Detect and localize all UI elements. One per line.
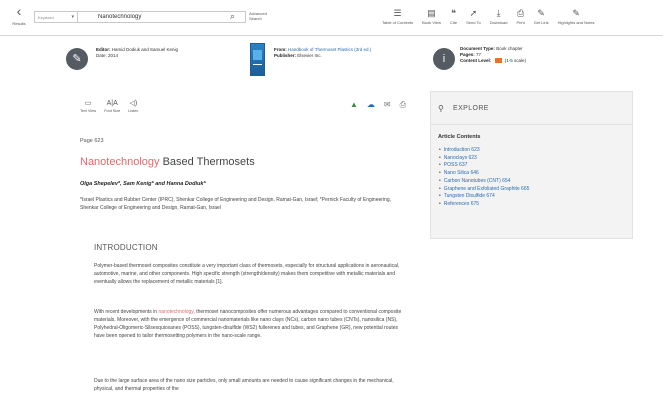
article-contents-heading: Article Contents xyxy=(438,134,481,140)
editor-value: Hamid Dodiuk and Samuel Kenig xyxy=(111,47,179,52)
text-view-button[interactable]: ▭ Text View xyxy=(80,99,96,113)
contents-item-link[interactable]: Graphene and Exfoliated Graphite 665 xyxy=(439,186,530,194)
send-to-button[interactable]: ➚ Send To xyxy=(466,8,481,32)
editor-info: Editor: Hamid Dodiuk and Samuel Kenig Da… xyxy=(96,47,216,59)
chevron-left-icon: ‹ xyxy=(16,3,22,19)
article-contents-list: Introduction 623Nanoclays 623POSS 637Nan… xyxy=(439,147,530,209)
explore-header[interactable]: ⚲ EXPLORE xyxy=(431,92,632,125)
pages-label: Pages: xyxy=(460,52,475,57)
print-icon: ⎙ xyxy=(517,8,525,18)
back-label: Results xyxy=(12,21,26,26)
title-rest: Based Thermosets xyxy=(159,156,255,168)
contents-item-link[interactable]: Nanoclays 623 xyxy=(439,155,529,163)
text-view-icon: ▭ xyxy=(84,100,92,107)
title-highlight: Nanotechnology xyxy=(80,156,160,168)
share-tools: ▲ ☁ ✉ ⎙ xyxy=(341,101,406,109)
tool-label: Listen xyxy=(128,109,139,113)
tool-label: Print xyxy=(516,20,525,25)
highlights-notes-icon: ✎ xyxy=(572,8,580,18)
content-level-label: Content Level: xyxy=(460,58,492,63)
contents-item-link[interactable]: Carbon Nanotubes (CNT) 654 xyxy=(439,178,529,186)
from-label: From: xyxy=(274,47,287,52)
email-icon[interactable]: ✉ xyxy=(384,101,391,109)
contents-item-link[interactable]: References 675 xyxy=(439,201,529,209)
advanced-search-link[interactable]: Advanced Search xyxy=(249,11,275,21)
reading-tools: ▭ Text View A|A Font Size ◁) Listen xyxy=(80,99,146,113)
document-tools: ☰ Table of Contents ▤ Book View ❝ Cite ➚ Send T… xyxy=(382,8,604,32)
article-body: ▭ Text View A|A Font Size ◁) Listen ▲ ☁ ✉ ⎙ P… xyxy=(80,99,412,393)
send-to-icon: ➚ xyxy=(469,8,478,18)
content-level-badge xyxy=(494,58,502,64)
pencil-icon: ✎ xyxy=(66,48,88,70)
pages-value: 77 xyxy=(476,52,482,57)
source-info: From: Handbook of Thermoset Plastics (3r… xyxy=(274,47,414,59)
paragraph-text: With recent developments in xyxy=(94,309,159,315)
print-icon[interactable]: ⎙ xyxy=(400,101,406,109)
book-cover-image[interactable] xyxy=(250,43,265,76)
article-authors: Olga Shepelev*, Sam Kenig* and Hanna Dod… xyxy=(80,181,206,187)
document-info-band: ✎ Editor: Hamid Dodiuk and Samuel Kenig … xyxy=(58,40,663,78)
document-meta: Document Type: Book chapter Pages: 77 Co… xyxy=(460,46,620,64)
listen-button[interactable]: ◁) Listen xyxy=(128,99,138,113)
tool-label: Highlights and Notes xyxy=(557,20,595,25)
search-scope-select[interactable]: Keyword xyxy=(34,11,78,23)
doctype-value: Book chapter xyxy=(496,46,523,51)
listen-icon: ◁) xyxy=(129,100,138,107)
google-drive-icon[interactable]: ▲ xyxy=(350,101,358,109)
contents-item-link[interactable]: POSS 637 xyxy=(439,162,529,170)
get-link-icon: ✎ xyxy=(537,8,545,18)
doctype-label: Document Type: xyxy=(460,46,495,51)
tool-label: Table of Contents xyxy=(382,20,414,25)
tool-label: Text View xyxy=(80,109,97,113)
explore-panel: ⚲ EXPLORE Article Contents Introduction … xyxy=(430,91,633,239)
tool-label: Send To xyxy=(466,20,481,25)
source-title-link[interactable]: Handbook of Thermoset Plastics (3rd ed.) xyxy=(288,47,371,52)
download-button[interactable]: ⤓ Download xyxy=(490,8,508,32)
page-number: Page 623 xyxy=(80,138,104,144)
download-icon: ⤓ xyxy=(496,8,501,18)
paragraph: Due to the large surface area of the nan… xyxy=(94,378,394,392)
get-link-button[interactable]: ✎ Get Link xyxy=(534,8,549,32)
publisher-label: Publisher: xyxy=(274,53,297,58)
explore-icon: ⚲ xyxy=(438,104,444,113)
tool-label: Font Size xyxy=(104,109,121,113)
contents-item-link[interactable]: Tungsten Disulfide 674 xyxy=(439,193,529,201)
top-toolbar: ‹ Results Keyword ⌕ Advanced Search ☰ Tab… xyxy=(0,0,663,36)
article-affiliation: *Israel Plastics and Rubber Center (IPRC… xyxy=(80,197,391,211)
search-term-highlight: nanotechnology xyxy=(158,309,194,315)
paragraph: With recent developments in nanotechnolo… xyxy=(94,308,404,340)
tool-label: Get Link xyxy=(533,20,549,25)
content-level-value: (1-5 scale) xyxy=(504,58,527,63)
back-to-results-button[interactable]: ‹ Results xyxy=(8,4,30,32)
contents-item-link[interactable]: Introduction 623 xyxy=(439,147,529,155)
contents-item-link[interactable]: Nano Silica 646 xyxy=(439,170,529,178)
tool-label: Download xyxy=(489,20,508,25)
book-view-icon: ▤ xyxy=(427,8,436,18)
tool-label: Book View xyxy=(422,20,441,25)
font-size-icon: A|A xyxy=(106,100,118,107)
search-icon[interactable]: ⌕ xyxy=(230,11,235,22)
font-size-button[interactable]: A|A Font Size xyxy=(104,99,120,113)
paragraph: Polymer-based thermoset composites const… xyxy=(94,263,400,285)
table-of-contents-icon: ☰ xyxy=(393,8,402,18)
article-title: Nanotechnology Based Thermosets xyxy=(80,156,255,168)
table-of-contents-button[interactable]: ☰ Table of Contents xyxy=(382,8,413,32)
cite-button[interactable]: ❝ Cite xyxy=(450,8,457,32)
tool-label: Cite xyxy=(449,20,458,25)
cite-icon: ❝ xyxy=(451,8,456,18)
search-input[interactable] xyxy=(78,11,246,23)
publisher-value: Elsevier Inc. xyxy=(297,53,322,58)
editor-label: Editor: xyxy=(96,47,111,52)
book-view-button[interactable]: ▤ Book View xyxy=(422,8,441,32)
onedrive-icon[interactable]: ☁ xyxy=(367,101,375,109)
highlights-notes-button[interactable]: ✎ Highlights and Notes xyxy=(558,8,595,32)
info-icon: i xyxy=(433,48,455,70)
editor-line2: Date: 2014 xyxy=(96,53,119,58)
print-button[interactable]: ⎙ Print xyxy=(517,8,525,32)
explore-label: EXPLORE xyxy=(453,105,489,112)
section-heading: INTRODUCTION xyxy=(94,243,158,252)
